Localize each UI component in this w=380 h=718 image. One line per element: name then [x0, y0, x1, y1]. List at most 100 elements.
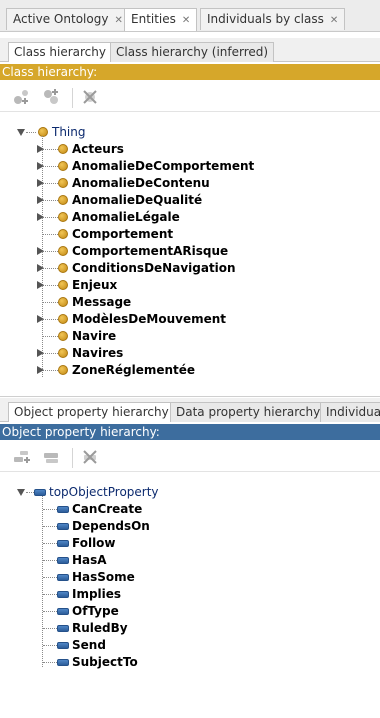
tab-individuals-by-class[interactable]: Individuals by class ✕	[200, 8, 346, 30]
class-label: AnomalieDeContenu	[72, 176, 210, 190]
property-icon	[34, 489, 46, 496]
property-tree-item[interactable]: HasSome	[0, 569, 380, 586]
property-tree-item[interactable]: DependsOn	[0, 518, 380, 535]
property-icon	[57, 659, 69, 666]
class-label: Message	[72, 295, 132, 309]
class-label: ModèlesDeMouvement	[72, 312, 227, 326]
class-tree-item[interactable]: AnomalieDeQualité	[0, 192, 380, 209]
class-tree: Thing Acteurs AnomalieDeComportement Anoma…	[0, 120, 380, 390]
class-tree-item[interactable]: Acteurs	[0, 141, 380, 158]
class-tree-item[interactable]: Comportement	[0, 226, 380, 243]
property-tree-item[interactable]: OfType	[0, 603, 380, 620]
class-icon	[58, 246, 68, 256]
class-tree-item[interactable]: ModèlesDeMouvement	[0, 311, 380, 328]
class-tree-item[interactable]: Message	[0, 294, 380, 311]
tree-connector	[43, 302, 58, 303]
tree-connector	[43, 543, 57, 544]
property-tree-item[interactable]: Send	[0, 637, 380, 654]
property-icon	[57, 523, 69, 530]
tree-connector	[43, 183, 58, 184]
tree-connector	[43, 319, 58, 320]
class-label: Navires	[72, 346, 124, 360]
close-icon[interactable]: ✕	[330, 15, 338, 26]
class-icon	[58, 331, 68, 341]
tree-connector	[43, 200, 58, 201]
expand-toggle-icon[interactable]	[37, 264, 44, 272]
close-icon[interactable]: ✕	[114, 15, 122, 26]
property-icon	[57, 540, 69, 547]
expand-toggle-icon[interactable]	[37, 247, 44, 255]
property-label: topObjectProperty	[49, 485, 159, 499]
tab-active-ontology[interactable]: Active Ontology ✕	[6, 8, 130, 30]
class-hierarchy-header: Class hierarchy:	[0, 64, 380, 80]
property-tree-item[interactable]: HasA	[0, 552, 380, 569]
property-tree-item[interactable]: CanCreate	[0, 501, 380, 518]
add-sub-property-icon[interactable]	[12, 448, 32, 466]
class-tree-item[interactable]: Enjeux	[0, 277, 380, 294]
property-tree-item[interactable]: RuledBy	[0, 620, 380, 637]
add-subclass-icon[interactable]	[12, 88, 32, 106]
class-icon	[58, 263, 68, 273]
expand-toggle-icon[interactable]	[37, 213, 44, 221]
tree-connector	[43, 336, 58, 337]
tree-connector	[43, 662, 57, 663]
tree-connector	[26, 492, 34, 493]
close-icon[interactable]: ✕	[182, 15, 190, 26]
tree-connector	[43, 645, 57, 646]
expand-toggle-icon[interactable]	[37, 145, 44, 153]
expand-toggle-icon[interactable]	[37, 315, 44, 323]
class-tree-item[interactable]: Navires	[0, 345, 380, 362]
property-label: Implies	[72, 587, 122, 601]
add-sibling-property-icon[interactable]	[42, 448, 62, 466]
tree-connector	[26, 132, 36, 133]
class-icon	[58, 178, 68, 188]
property-label: HasA	[72, 553, 107, 567]
expand-toggle-icon[interactable]	[37, 349, 44, 357]
expand-toggle-icon[interactable]	[17, 489, 25, 496]
class-tree-item[interactable]: AnomalieDeComportement	[0, 158, 380, 175]
property-tree-item[interactable]: SubjectTo	[0, 654, 380, 671]
expand-toggle-icon[interactable]	[37, 281, 44, 289]
tree-root-thing[interactable]: Thing	[0, 124, 380, 141]
class-tree-item[interactable]: ZoneRéglementée	[0, 362, 380, 379]
class-label: ZoneRéglementée	[72, 363, 196, 377]
expand-toggle-icon[interactable]	[37, 196, 44, 204]
expand-toggle-icon[interactable]	[17, 129, 25, 136]
tab-entities[interactable]: Entities ✕	[124, 8, 198, 31]
class-label: Comportement	[72, 227, 174, 241]
class-tree-item[interactable]: ConditionsDeNavigation	[0, 260, 380, 277]
property-tree-item[interactable]: Implies	[0, 586, 380, 603]
object-property-header: Object property hierarchy:	[0, 424, 380, 440]
tab-object-property-hierarchy[interactable]: Object property hierarchy	[8, 402, 175, 422]
tree-connector	[43, 166, 58, 167]
tab-class-hierarchy[interactable]: Class hierarchy	[8, 42, 112, 62]
section-title: Class hierarchy:	[2, 65, 98, 79]
class-label: Navire	[72, 329, 117, 343]
property-label: HasSome	[72, 570, 135, 584]
tab-individuals[interactable]: Individua	[320, 402, 380, 422]
tree-root-topobjectproperty[interactable]: topObjectProperty	[0, 484, 380, 501]
add-sibling-class-icon[interactable]	[42, 88, 62, 106]
class-icon	[58, 161, 68, 171]
tab-label: Active Ontology	[13, 12, 109, 26]
expand-toggle-icon[interactable]	[37, 179, 44, 187]
class-tree-item[interactable]: AnomalieLégale	[0, 209, 380, 226]
class-tree-item[interactable]: Navire	[0, 328, 380, 345]
class-tree-item[interactable]: AnomalieDeContenu	[0, 175, 380, 192]
top-tab-bar: Active Ontology ✕ Entities ✕ Individuals b…	[0, 0, 380, 32]
property-tree-item[interactable]: Follow	[0, 535, 380, 552]
property-icon	[57, 591, 69, 598]
toolbar-separator	[72, 88, 73, 108]
class-tree-item[interactable]: ComportementARisque	[0, 243, 380, 260]
expand-toggle-icon[interactable]	[37, 162, 44, 170]
section-title: Object property hierarchy:	[2, 425, 160, 439]
class-icon	[58, 348, 68, 358]
tab-data-property-hierarchy[interactable]: Data property hierarchy	[170, 402, 327, 422]
delete-class-icon[interactable]	[80, 88, 100, 106]
tab-class-hierarchy-inferred[interactable]: Class hierarchy (inferred)	[110, 42, 275, 62]
delete-property-icon[interactable]	[80, 448, 100, 466]
expand-toggle-icon[interactable]	[37, 366, 44, 374]
property-tree: topObjectProperty CanCreate DependsOn Foll…	[0, 480, 380, 710]
class-label: Enjeux	[72, 278, 118, 292]
tree-connector	[43, 509, 57, 510]
